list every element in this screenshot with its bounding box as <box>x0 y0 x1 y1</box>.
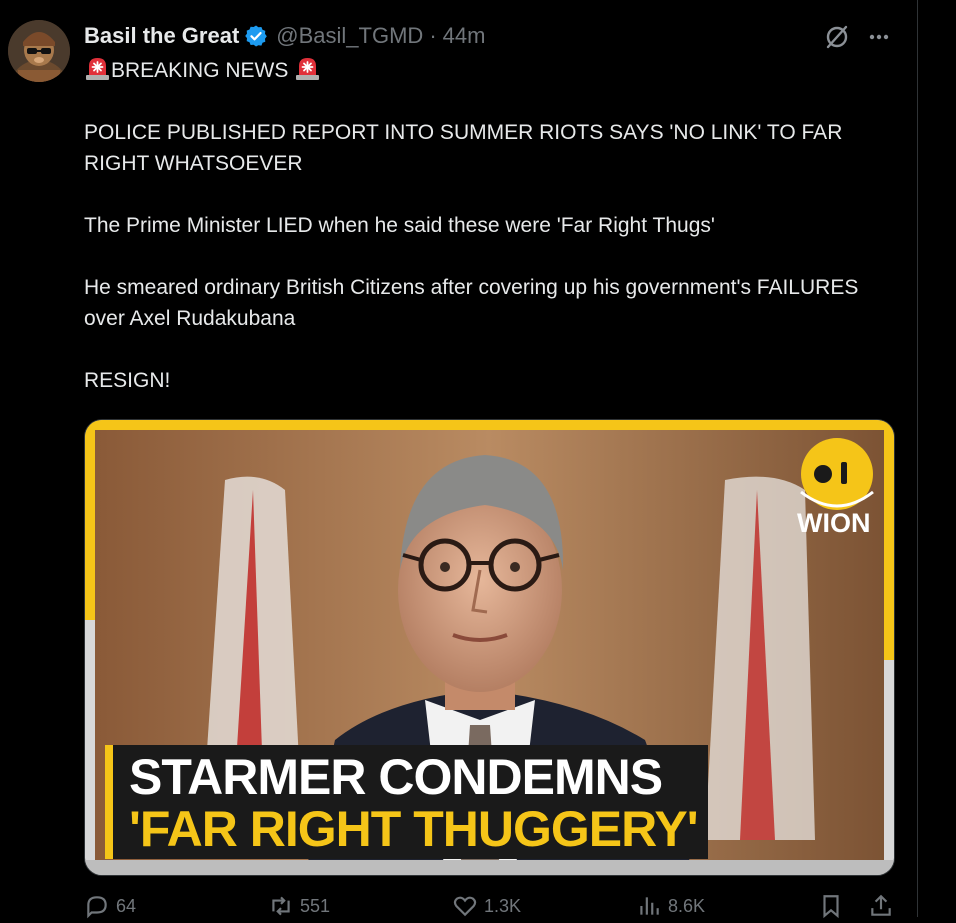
repost-count: 551 <box>300 895 331 916</box>
like-count: 1.3K <box>484 895 522 916</box>
tweet-media-image[interactable]: WION STARMER CONDEMNS 'FAR RIGHT THUGGER… <box>84 419 895 876</box>
timeline-column-border <box>917 0 918 917</box>
tweet[interactable]: Basil the Great @Basil_TGMD · 44m BREAKI… <box>0 0 917 919</box>
verified-badge-icon[interactable] <box>244 24 268 48</box>
tweet-text: BREAKING NEWS POLICE PUBLISHED REPORT IN… <box>84 55 899 396</box>
prime-minister-paragraph: The Prime Minister LIED when he said the… <box>84 214 715 237</box>
grok-icon[interactable] <box>824 24 850 50</box>
reply-icon <box>87 896 107 919</box>
avatar[interactable] <box>8 20 70 82</box>
author-display-name[interactable]: Basil the Great <box>84 23 239 49</box>
views-chart-icon <box>640 897 659 915</box>
media-headline-overlay: STARMER CONDEMNS 'FAR RIGHT THUGGERY' <box>105 745 708 859</box>
share-button[interactable] <box>868 893 900 919</box>
media-headline-line1: STARMER CONDEMNS <box>129 749 663 805</box>
author-handle[interactable]: @Basil_TGMD <box>276 23 423 49</box>
views-count: 8.6K <box>668 895 706 916</box>
breaking-news-text: BREAKING NEWS <box>111 59 289 82</box>
media-headline-line2: 'FAR RIGHT THUGGERY' <box>129 801 699 857</box>
reply-button[interactable]: 64 <box>84 893 136 919</box>
siren-icon <box>84 55 111 82</box>
like-button[interactable]: 1.3K <box>452 893 521 919</box>
wion-brand-text: WION <box>797 508 871 538</box>
tweet-header: Basil the Great @Basil_TGMD · 44m <box>84 20 485 52</box>
repost-button[interactable]: 551 <box>268 893 330 919</box>
smear-paragraph: He smeared ordinary British Citizens aft… <box>84 276 859 330</box>
tweet-actions: 64 551 1.3K 8.6K <box>84 893 899 923</box>
report-paragraph: POLICE PUBLISHED REPORT INTO SUMMER RIOT… <box>84 121 843 175</box>
views-button[interactable]: 8.6K <box>636 893 705 919</box>
repost-icon <box>272 896 290 916</box>
siren-icon <box>294 55 321 82</box>
reply-count: 64 <box>116 895 137 916</box>
bookmark-icon <box>823 895 839 919</box>
bookmark-button[interactable] <box>818 893 850 919</box>
tweet-timestamp[interactable]: 44m <box>443 23 486 49</box>
breaking-news-line: BREAKING NEWS <box>84 55 899 86</box>
more-options-icon[interactable] <box>866 24 892 50</box>
resign-paragraph: RESIGN! <box>84 369 171 392</box>
share-icon <box>871 894 891 916</box>
heart-icon <box>453 896 477 917</box>
separator-dot: · <box>429 23 437 48</box>
